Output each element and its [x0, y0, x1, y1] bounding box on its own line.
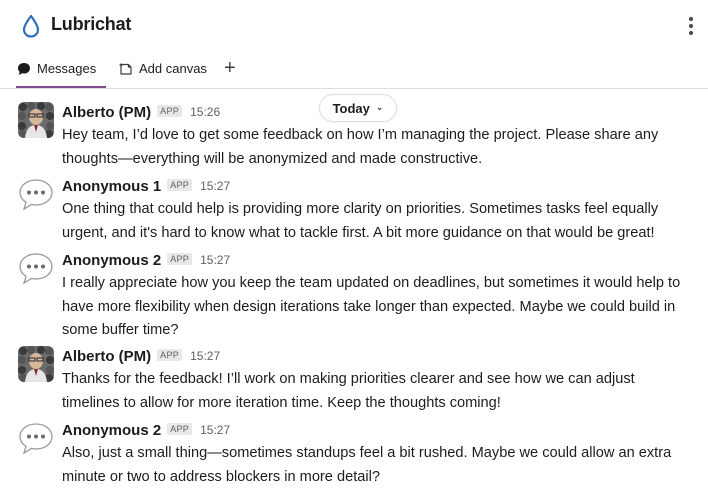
tab-messages-label: Messages	[37, 61, 97, 76]
date-divider-label: Today	[332, 100, 370, 116]
sender-name[interactable]: Anonymous 2	[62, 422, 161, 439]
person-photo-avatar[interactable]	[18, 102, 54, 138]
message-text: One thing that could help is providing m…	[62, 201, 659, 241]
app-badge: APP	[167, 179, 193, 191]
speech-bubble-avatar[interactable]	[18, 176, 54, 212]
message-header: Anonymous 1 APP 15:27	[62, 176, 230, 196]
tab-add-canvas-label: Add canvas	[139, 61, 207, 76]
sender-name[interactable]: Alberto (PM)	[62, 348, 151, 365]
sender-name[interactable]: Anonymous 1	[62, 178, 161, 195]
message-header: Anonymous 2 APP 15:27	[62, 250, 230, 270]
message-time[interactable]: 15:27	[200, 423, 230, 437]
message-bubble-icon	[18, 63, 30, 75]
message-text: I really appreciate how you keep the tea…	[62, 275, 681, 338]
app-badge: APP	[167, 423, 193, 435]
message-time[interactable]: 15:27	[200, 179, 230, 193]
message-header: Anonymous 2 APP 15:27	[62, 420, 230, 440]
tab-add-canvas[interactable]: Add canvas	[118, 61, 207, 87]
channel-header: Lubrichat	[0, 0, 708, 52]
canvas-icon	[119, 63, 132, 75]
sender-name[interactable]: Anonymous 2	[62, 252, 161, 269]
message-time[interactable]: 15:27	[200, 253, 230, 267]
kebab-menu-icon[interactable]	[684, 16, 698, 36]
speech-bubble-avatar[interactable]	[18, 250, 54, 286]
app-badge: APP	[157, 105, 183, 117]
person-photo-avatar[interactable]	[18, 346, 54, 382]
message-text: Thanks for the feedback! I’ll work on ma…	[62, 371, 635, 411]
speech-bubble-avatar[interactable]	[18, 420, 54, 456]
app-badge: APP	[167, 253, 193, 265]
water-drop-icon	[22, 14, 40, 38]
message-header: Alberto (PM) APP 15:26	[62, 102, 220, 122]
chevron-down-icon: ⌄	[375, 101, 384, 112]
message-text: Hey team, I’d love to get some feedback …	[62, 127, 659, 167]
channel-tabs: Messages Add canvas +	[0, 52, 708, 89]
add-tab-button[interactable]: +	[224, 58, 236, 78]
channel-title[interactable]: Lubrichat	[51, 14, 131, 35]
message-text: Also, just a small thing—sometimes stand…	[62, 445, 672, 485]
app-badge: APP	[157, 349, 183, 361]
message-header: Alberto (PM) APP 15:27	[62, 346, 220, 366]
tab-messages[interactable]: Messages	[16, 61, 106, 88]
message-time[interactable]: 15:27	[190, 349, 220, 363]
sender-name[interactable]: Alberto (PM)	[62, 104, 151, 121]
message-time[interactable]: 15:26	[190, 105, 220, 119]
date-divider-button[interactable]: Today ⌄	[319, 94, 397, 122]
